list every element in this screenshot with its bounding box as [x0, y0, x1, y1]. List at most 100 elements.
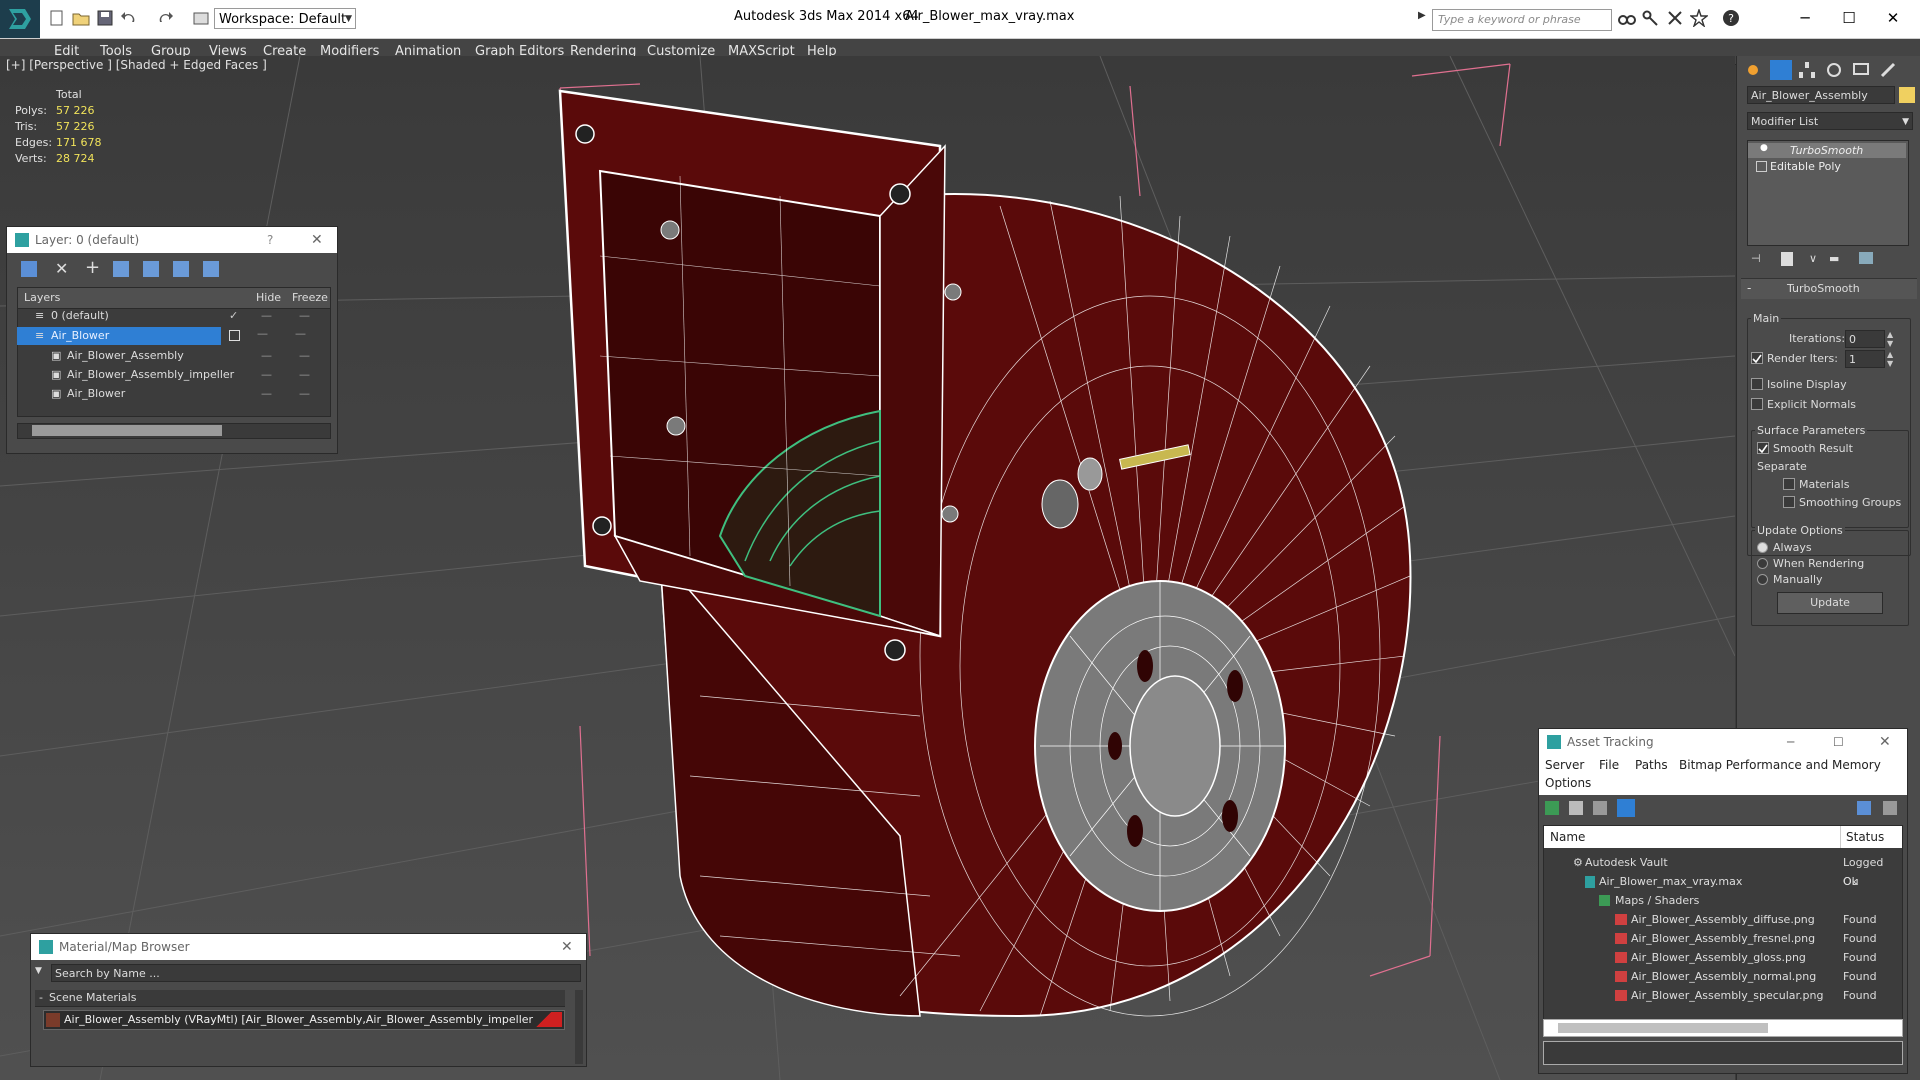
minimize-button[interactable]: ─	[1790, 6, 1820, 30]
object-name-field[interactable]: Air_Blower_Assembly	[1747, 86, 1895, 104]
app-logo-icon[interactable]	[0, 0, 40, 38]
redo-icon[interactable]	[156, 9, 174, 27]
select-objects-icon[interactable]	[113, 261, 129, 277]
layer-scrollbar[interactable]	[17, 423, 331, 439]
iterations-spinner[interactable]: 0	[1845, 330, 1885, 348]
col-hide[interactable]: Hide	[256, 291, 281, 304]
viewport-label[interactable]: [+] [Perspective ] [Shaded + Edged Faces…	[6, 58, 267, 72]
utilities-tab-icon[interactable]	[1878, 60, 1900, 80]
hierarchy-tab-icon[interactable]	[1797, 60, 1819, 80]
manually-radio[interactable]	[1757, 574, 1768, 585]
hide-toggle[interactable]: —	[261, 347, 275, 365]
menu-server[interactable]: Server	[1545, 758, 1584, 772]
asset-scrollbar[interactable]	[1543, 1019, 1903, 1037]
asset-row[interactable]: Air_Blower_Assembly_specular.png Found	[1543, 986, 1901, 1005]
freeze-toggle[interactable]: —	[299, 385, 313, 403]
spinner-arrows-icon[interactable]: ▲ ▼	[1887, 350, 1893, 368]
maximize-button[interactable]: ☐	[1834, 6, 1864, 30]
material-item[interactable]: Air_Blower_Assembly (VRayMtl) [Air_Blowe…	[43, 1010, 565, 1030]
materials-checkbox[interactable]	[1783, 478, 1795, 490]
list-view-icon[interactable]	[1569, 801, 1583, 815]
create-layer-icon[interactable]	[21, 261, 37, 277]
expand-arrow-icon[interactable]: ▶	[1418, 10, 1430, 28]
display-tab-icon[interactable]	[1851, 60, 1873, 80]
active-layer-check-icon[interactable]: ✓	[229, 307, 238, 325]
spinner-arrows-icon[interactable]: ▲ ▼	[1887, 330, 1893, 348]
render-iters-checkbox[interactable]	[1751, 352, 1763, 364]
make-unique-icon[interactable]: ∨	[1809, 252, 1817, 265]
help-icon[interactable]: ?	[267, 227, 273, 253]
hide-toggle[interactable]: —	[261, 385, 275, 403]
explicit-normals-checkbox[interactable]	[1751, 398, 1763, 410]
smooth-result-checkbox[interactable]	[1757, 442, 1769, 454]
asset-path-field[interactable]	[1543, 1041, 1903, 1065]
col-layers[interactable]: Layers	[24, 291, 60, 304]
open-file-icon[interactable]	[72, 9, 90, 27]
refresh-icon[interactable]	[1545, 801, 1559, 815]
layer-row[interactable]: ≡ 0 (default) ✓ — —	[17, 307, 329, 325]
settings-icon[interactable]	[1883, 801, 1897, 815]
workspace-dropdown[interactable]: Workspace: Default ▼	[214, 8, 356, 29]
asset-row[interactable]: ⚙ Autodesk Vault Logged Ou	[1543, 853, 1901, 888]
lightbulb-icon[interactable]: ●	[1760, 143, 1768, 153]
smoothing-groups-checkbox[interactable]	[1783, 496, 1795, 508]
when-rendering-radio[interactable]	[1757, 558, 1768, 569]
render-iters-spinner[interactable]: 1	[1845, 350, 1885, 368]
tree-view-icon[interactable]	[1593, 801, 1607, 815]
layer-object-row[interactable]: ▣ Air_Blower — —	[17, 385, 329, 403]
col-status[interactable]: Status	[1846, 830, 1884, 844]
help-icon[interactable]	[1857, 801, 1871, 815]
hide-toggle[interactable]: —	[261, 307, 275, 325]
material-scrollbar[interactable]	[575, 990, 583, 1064]
binoculars-icon[interactable]	[1618, 9, 1636, 27]
material-browser-titlebar[interactable]: Material/Map Browser ✕	[31, 934, 586, 960]
perspective-viewport[interactable]	[0, 56, 1735, 1080]
hide-toggle[interactable]: —	[257, 327, 268, 340]
column-divider[interactable]	[1840, 826, 1841, 848]
options-chevron-icon[interactable]: ▼	[35, 966, 42, 976]
close-icon[interactable]: ✕	[311, 227, 323, 253]
layer-object-row[interactable]: ▣ Air_Blower_Assembly_impeller — —	[17, 366, 329, 384]
show-end-result-icon[interactable]	[1781, 252, 1793, 266]
hide-all-icon[interactable]	[173, 261, 189, 277]
menu-options[interactable]: Options	[1545, 776, 1591, 790]
menu-bitmap-performance[interactable]: Bitmap Performance and Memory	[1679, 758, 1881, 772]
scene-materials-header[interactable]: - Scene Materials	[35, 990, 565, 1007]
add-to-layer-icon[interactable]: +	[85, 257, 100, 278]
favorites-star-icon[interactable]	[1689, 7, 1709, 29]
highlight-layer-icon[interactable]	[143, 261, 159, 277]
menu-file[interactable]: File	[1599, 758, 1619, 772]
turbosmooth-rollout-header[interactable]: - TurboSmooth	[1741, 278, 1917, 299]
asset-row[interactable]: Air_Blower_Assembly_normal.png Found	[1543, 967, 1901, 986]
close-icon[interactable]: ✕	[1879, 729, 1891, 755]
isoline-checkbox[interactable]	[1751, 378, 1763, 390]
expand-box-icon[interactable]	[1756, 161, 1767, 172]
configure-sets-icon[interactable]	[1859, 252, 1873, 264]
new-file-icon[interactable]	[48, 9, 66, 27]
update-button[interactable]: Update	[1777, 592, 1883, 614]
object-color-swatch[interactable]	[1899, 87, 1915, 103]
maximize-icon[interactable]: ☐	[1833, 729, 1844, 755]
scrollbar-thumb[interactable]	[32, 425, 222, 436]
motion-tab-icon[interactable]	[1824, 60, 1846, 80]
freeze-toggle[interactable]: —	[299, 347, 313, 365]
project-folder-icon[interactable]	[192, 9, 210, 27]
freeze-toggle[interactable]: —	[299, 307, 313, 325]
modifier-list-dropdown[interactable]: Modifier List ▼	[1747, 112, 1913, 130]
material-search-input[interactable]: Search by Name ...	[51, 964, 581, 982]
asset-row[interactable]: Maps / Shaders	[1543, 891, 1901, 910]
delete-layer-icon[interactable]: ✕	[55, 259, 68, 278]
minimize-icon[interactable]: ─	[1787, 729, 1794, 755]
create-tab-icon[interactable]	[1743, 60, 1765, 80]
menu-paths[interactable]: Paths	[1635, 758, 1668, 772]
search-input[interactable]: Type a keyword or phrase	[1432, 9, 1612, 31]
always-radio[interactable]	[1757, 542, 1768, 553]
hide-toggle[interactable]: —	[261, 366, 275, 384]
pin-stack-icon[interactable]: ⊣	[1751, 252, 1761, 265]
undo-icon[interactable]	[120, 9, 138, 27]
freeze-all-icon[interactable]	[203, 261, 219, 277]
col-name[interactable]: Name	[1550, 830, 1585, 844]
remove-modifier-icon[interactable]: ▬	[1829, 252, 1839, 265]
layer-object-row[interactable]: ▣ Air_Blower_Assembly — —	[17, 347, 329, 365]
stack-item-turbosmooth[interactable]: ● TurboSmooth	[1748, 143, 1906, 158]
